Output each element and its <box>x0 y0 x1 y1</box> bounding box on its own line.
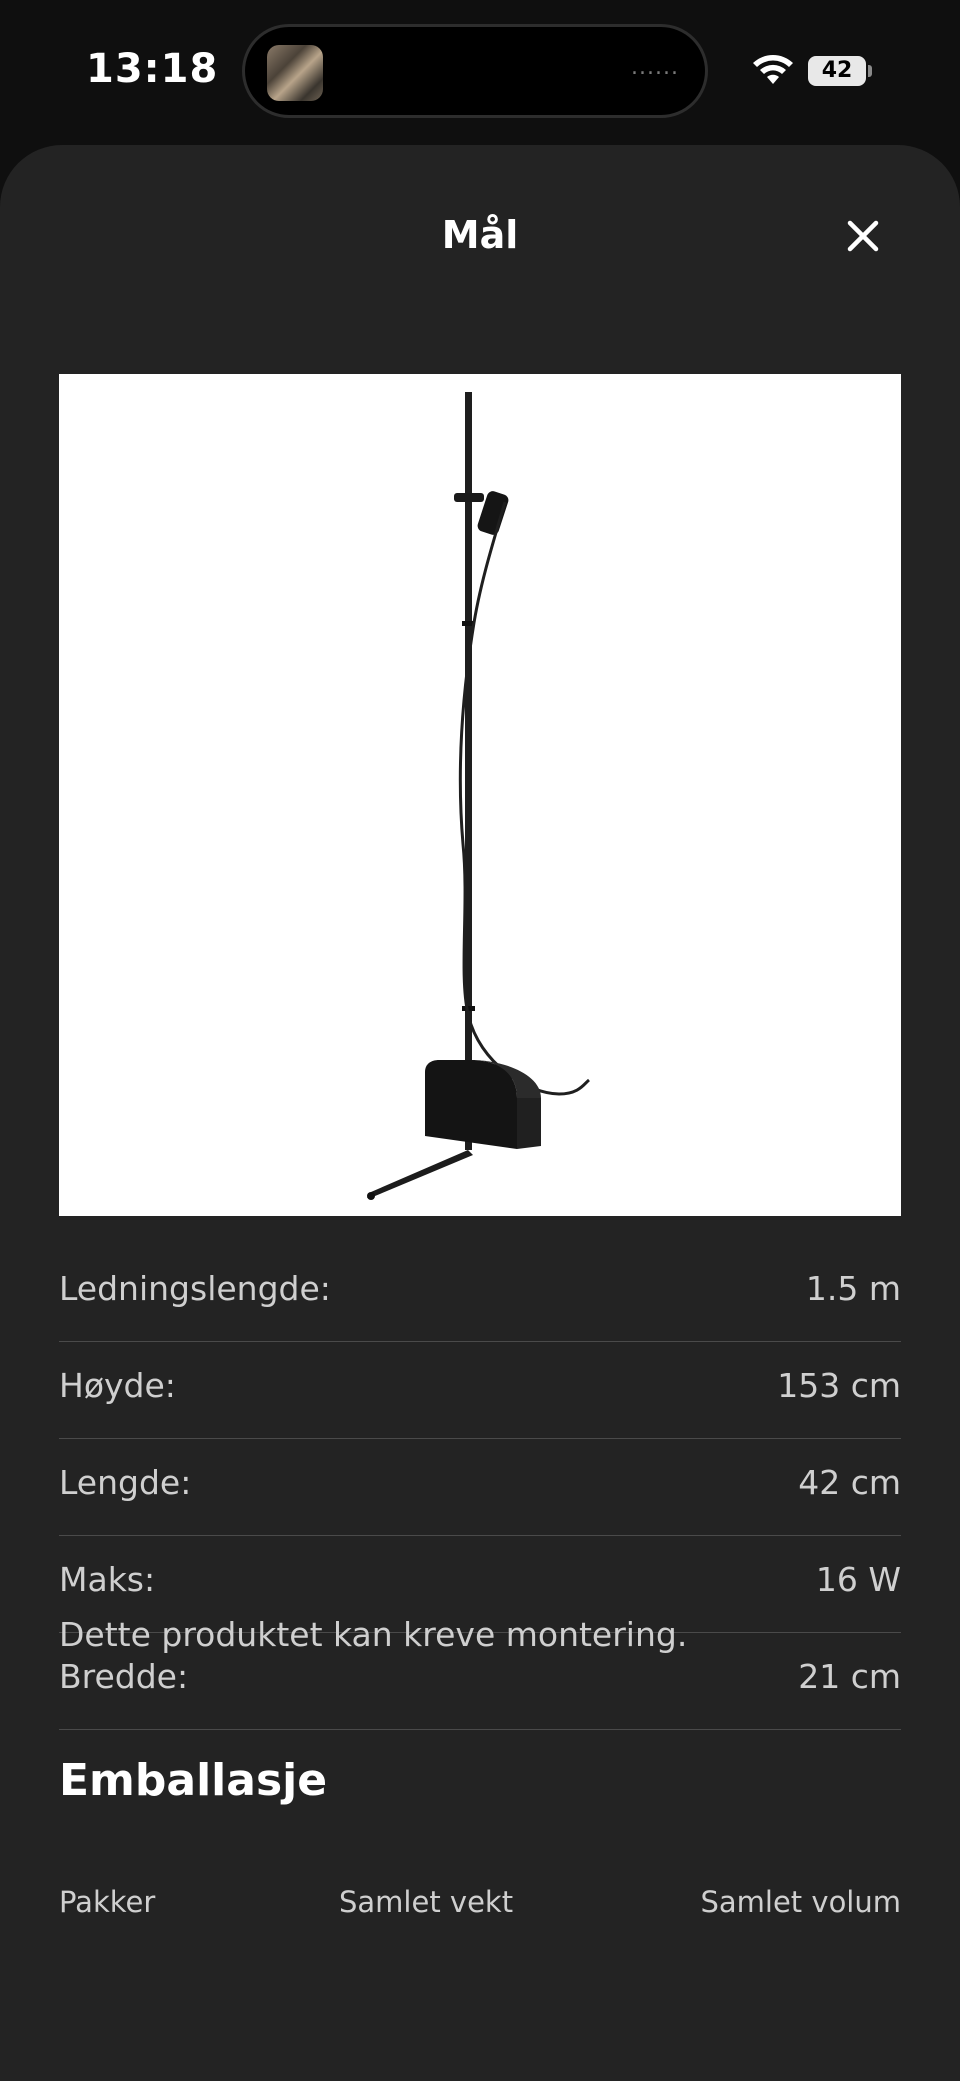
battery-tip <box>868 65 872 77</box>
floor-lamp-illustration <box>367 392 591 1200</box>
spec-label: Ledningslengde: <box>59 1269 331 1308</box>
spec-label: Høyde: <box>59 1366 176 1405</box>
packaging-column-packages: Pakker <box>59 1885 156 1919</box>
close-icon[interactable] <box>838 211 888 261</box>
packaging-column-total-weight: Samlet vekt <box>339 1885 514 1919</box>
island-activity-indicator: ...... <box>631 55 679 80</box>
now-playing-thumbnail <box>267 45 323 101</box>
status-bar: 13:18 ...... 42 <box>0 0 960 145</box>
spec-value: 1.5 m <box>805 1269 901 1308</box>
spec-label: Bredde: <box>59 1657 189 1696</box>
assembly-note: Dette produktet kan kreve montering. <box>59 1615 688 1654</box>
spec-label: Maks: <box>59 1560 156 1599</box>
spec-value: 16 W <box>815 1560 901 1599</box>
sheet-title: Mål <box>441 213 519 257</box>
packaging-heading: Emballasje <box>59 1755 328 1806</box>
spec-row-length: Lengde: 42 cm <box>59 1439 901 1536</box>
status-time: 13:18 <box>86 46 219 92</box>
spec-row-height: Høyde: 153 cm <box>59 1342 901 1439</box>
spec-value: 153 cm <box>777 1366 901 1405</box>
wifi-icon <box>753 55 793 84</box>
packaging-column-total-volume: Samlet volum <box>700 1885 901 1919</box>
spec-list: Ledningslengde: 1.5 m Høyde: 153 cm Leng… <box>59 1245 901 1730</box>
dynamic-island[interactable]: ...... <box>242 24 708 118</box>
spec-value: 42 cm <box>798 1463 901 1502</box>
product-image <box>59 374 901 1216</box>
spec-value: 21 cm <box>798 1657 901 1696</box>
spec-row-cord-length: Ledningslengde: 1.5 m <box>59 1245 901 1342</box>
battery-level: 42 <box>808 56 866 86</box>
spec-label: Lengde: <box>59 1463 192 1502</box>
